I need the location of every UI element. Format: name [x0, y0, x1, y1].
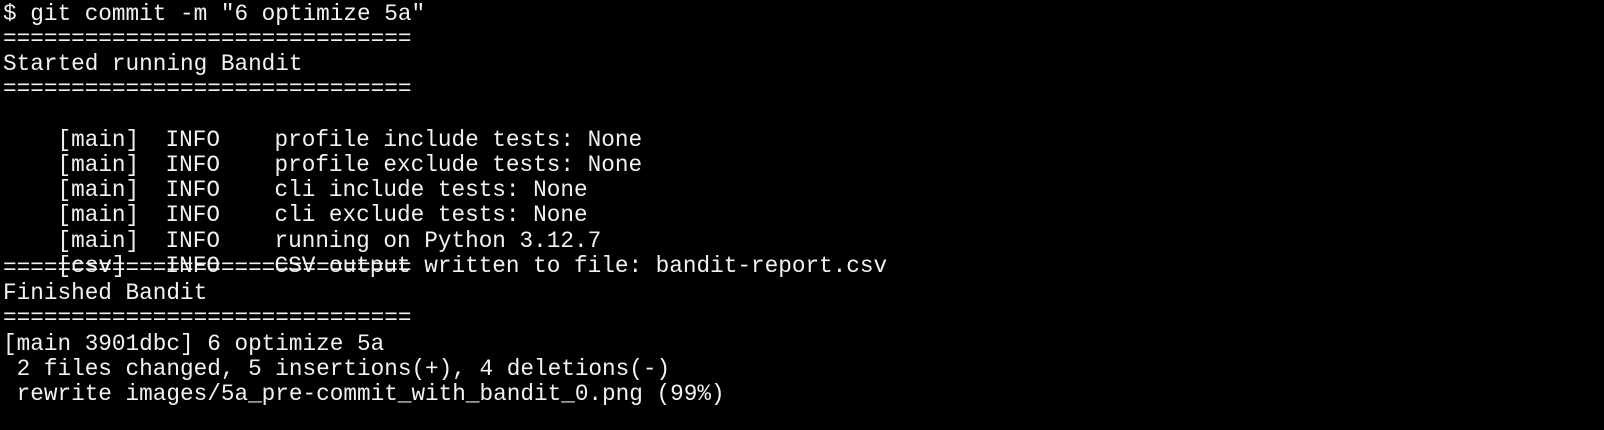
separator-line: ============================== [3, 305, 412, 331]
log-line: [main] INFO profile exclude tests: None [3, 128, 642, 178]
log-line: [csv] INFO CSV output written to file: ban… [3, 229, 887, 279]
bandit-end-line: Finished Bandit [3, 280, 208, 306]
log-line: [main] INFO running on Python 3.12.7 [3, 204, 601, 254]
log-line: [main] INFO cli exclude tests: None [3, 178, 587, 228]
separator-line: ============================== [3, 26, 412, 52]
separator-line: ============================== [3, 76, 412, 102]
separator-line: ============================== [3, 255, 412, 281]
log-line: [main] INFO profile include tests: None [3, 103, 642, 153]
bandit-start-line: Started running Bandit [3, 51, 303, 77]
command-line: $ git commit -m "6 optimize 5a" [3, 1, 426, 27]
commit-summary-line: [main 3901dbc] 6 optimize 5a [3, 331, 385, 357]
rewrite-line: rewrite images/5a_pre-commit_with_bandit… [3, 381, 725, 407]
terminal-window[interactable]: $ git commit -m "6 optimize 5a" ========… [0, 0, 1604, 430]
log-line: [main] INFO cli include tests: None [3, 153, 587, 203]
changes-stat-line: 2 files changed, 5 insertions(+), 4 dele… [3, 356, 671, 382]
